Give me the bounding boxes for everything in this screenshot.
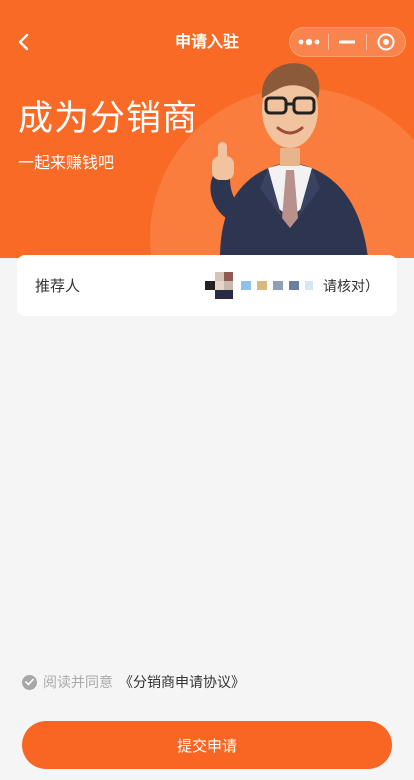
redacted-block [257, 281, 267, 290]
submit-button[interactable]: 提交申请 [22, 721, 392, 769]
referrer-value: 请核对） [205, 271, 379, 300]
more-dots-icon [298, 38, 320, 46]
agreement-checkbox[interactable] [22, 674, 37, 690]
mini-program-capsule [289, 27, 406, 57]
checkmark-icon [25, 678, 34, 686]
hero-banner: 申请入驻 成为分销商 一起来赚钱吧 [0, 0, 414, 258]
redacted-block [273, 281, 283, 290]
hero-subtitle: 一起来赚钱吧 [18, 153, 115, 172]
referrer-card: 推荐人 请核对） [17, 255, 397, 316]
redacted-block [241, 281, 251, 290]
minimize-button[interactable] [329, 28, 367, 56]
referrer-redacted-mosaic [205, 271, 313, 300]
hero-title: 成为分销商 [18, 99, 199, 139]
minimize-icon [339, 40, 356, 44]
agreement-link[interactable]: 《分销商申请协议》 [119, 672, 245, 692]
referrer-note: 请核对） [323, 278, 379, 295]
target-close-icon [377, 33, 395, 51]
more-button[interactable] [290, 28, 328, 56]
redacted-avatar-mosaic [205, 271, 233, 299]
redacted-block [289, 281, 299, 290]
agreement-prefix: 阅读并同意 [43, 675, 113, 691]
redacted-block [305, 281, 313, 290]
businessman-mascot-illustration [210, 63, 368, 258]
agreement-row[interactable]: 阅读并同意 《分销商申请协议》 [22, 671, 245, 693]
referrer-label: 推荐人 [35, 277, 81, 295]
close-miniprogram-button[interactable] [367, 28, 405, 56]
